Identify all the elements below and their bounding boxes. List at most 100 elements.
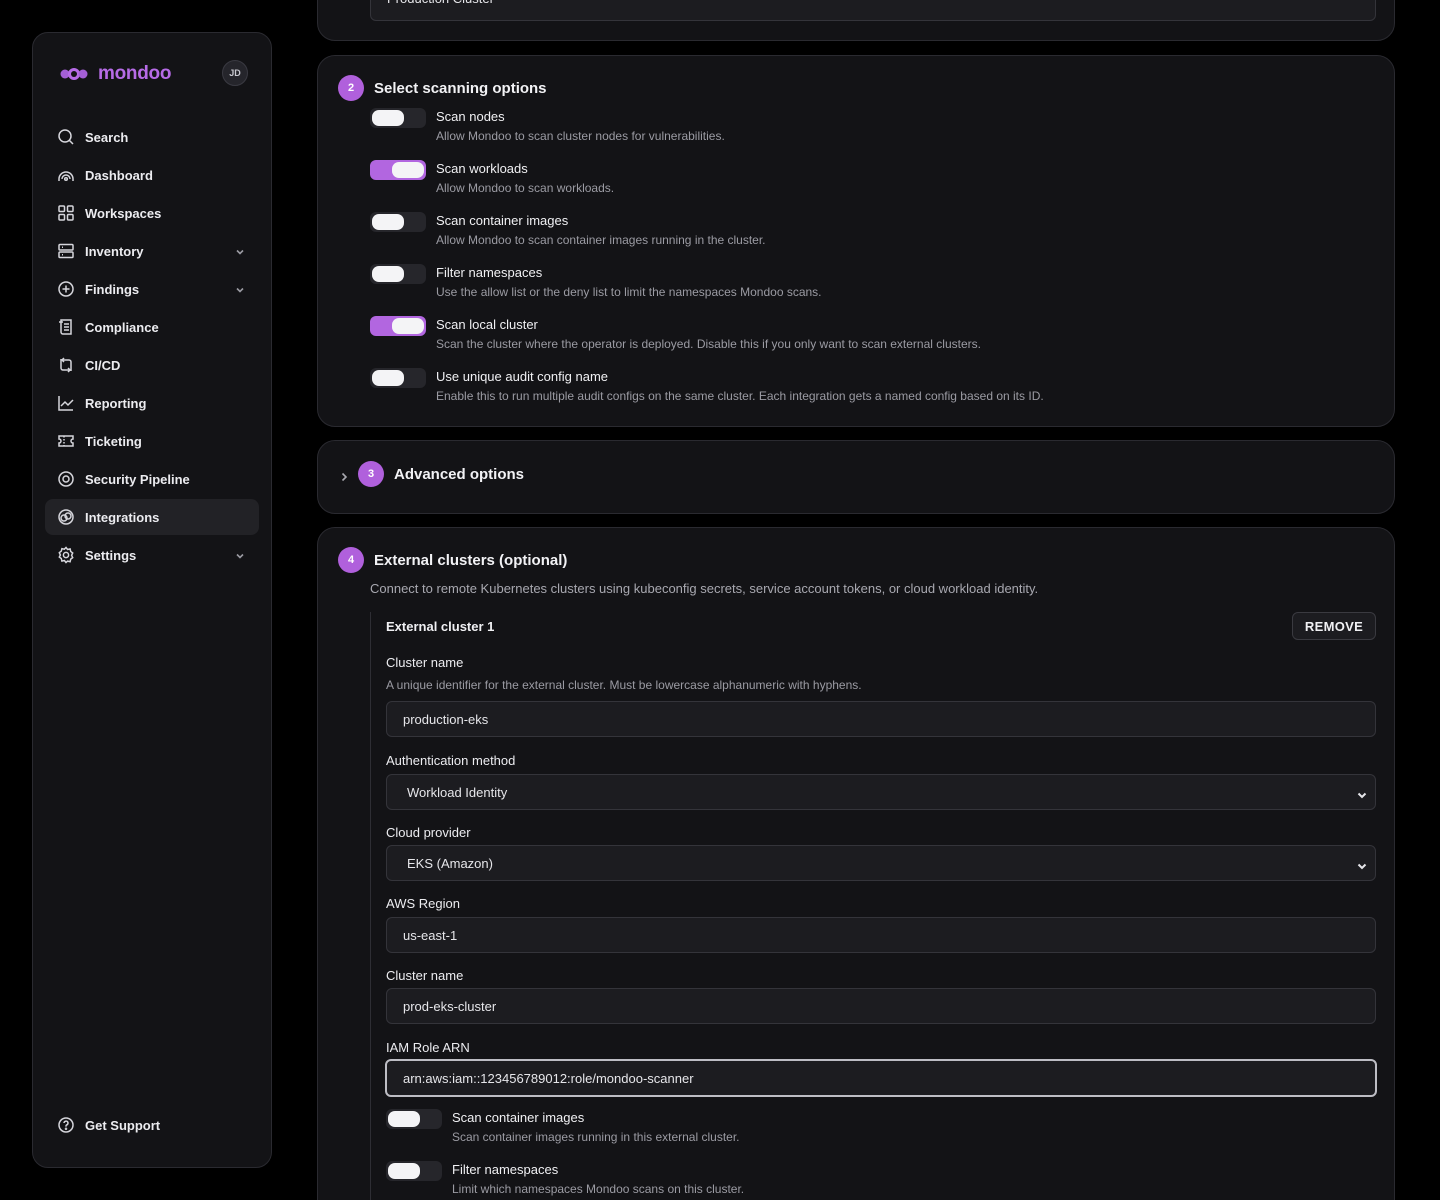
sidebar-item-settings[interactable]: Settings (45, 537, 259, 573)
cicd-icon (57, 356, 75, 374)
aws-region-input[interactable]: us-east-1 (386, 917, 1376, 953)
inventory-icon (57, 242, 75, 260)
findings-icon (57, 280, 75, 298)
get-support-label: Get Support (85, 1117, 161, 1133)
section-description: Connect to remote Kubernetes clusters us… (370, 581, 1039, 596)
option-title: Use unique audit config name (436, 369, 609, 384)
cluster-name-hint: A unique identifier for the external clu… (386, 678, 862, 692)
cloud-provider-label: Cloud provider (386, 825, 471, 840)
integrations-icon (57, 508, 75, 526)
option-title: Filter namespaces (452, 1162, 559, 1177)
scan-nodes-toggle[interactable] (370, 108, 426, 128)
avatar[interactable]: JD (222, 60, 248, 86)
sidebar-item-search[interactable]: Search (45, 119, 259, 155)
chevron-down-icon[interactable] (235, 283, 245, 293)
sidebar-item-reporting[interactable]: Reporting (45, 385, 259, 421)
sidebar: mondoo JD Search Dashboard Workspaces In… (32, 32, 272, 1168)
auth-method-select[interactable]: Workload Identity (386, 774, 1376, 810)
iam-role-arn-label: IAM Role ARN (386, 1040, 470, 1055)
option-description: Scan container images running in this ex… (452, 1130, 740, 1144)
sidebar-item-compliance[interactable]: Compliance (45, 309, 259, 345)
sidebar-item-label: Reporting (85, 395, 147, 411)
option-title: Scan workloads (436, 161, 528, 176)
cluster-name-input[interactable]: production-eks (386, 701, 1376, 737)
external-cluster-title: External cluster 1 (386, 619, 495, 634)
ext-filter-namespaces-toggle[interactable] (386, 1161, 442, 1181)
option-description: Allow Mondoo to scan workloads. (436, 181, 615, 195)
sidebar-item-label: Dashboard (85, 167, 153, 183)
sidebar-item-cicd[interactable]: CI/CD (45, 347, 259, 383)
option-title: Scan container images (452, 1110, 585, 1125)
option-description: Enable this to run multiple audit config… (436, 389, 1044, 403)
section-title: Advanced options (394, 465, 525, 483)
chevron-down-icon[interactable] (235, 549, 245, 559)
sidebar-nav: Search Dashboard Workspaces Inventory Fi… (45, 119, 259, 575)
eks-cluster-name-label: Cluster name (386, 968, 464, 983)
sidebar-item-label: Settings (85, 547, 137, 563)
sidebar-item-dashboard[interactable]: Dashboard (45, 157, 259, 193)
advanced-options-header[interactable]: 3 Advanced options (358, 461, 524, 487)
remove-cluster-button[interactable]: REMOVE (1292, 612, 1376, 640)
option-description: Use the allow list or the deny list to l… (436, 285, 822, 299)
chevron-down-icon (1357, 788, 1367, 799)
option-filter-namespaces: Filter namespaces Use the allow list or … (370, 264, 822, 301)
integration-name-card: Production Cluster (317, 0, 1395, 41)
option-description: Scan the cluster where the operator is d… (436, 337, 981, 351)
security-pipeline-icon (57, 470, 75, 488)
external-clusters-header: 4 External clusters (optional) (338, 547, 567, 573)
sidebar-item-workspaces[interactable]: Workspaces (45, 195, 259, 231)
dashboard-icon (57, 166, 75, 184)
chevron-right-icon[interactable] (338, 471, 350, 483)
sidebar-item-inventory[interactable]: Inventory (45, 233, 259, 269)
gear-icon (57, 546, 75, 564)
integration-name-input[interactable]: Production Cluster (370, 0, 1376, 21)
auth-method-label: Authentication method (386, 753, 516, 768)
mondoo-logo-icon (60, 66, 92, 82)
option-description: Limit which namespaces Mondoo scans on t… (452, 1182, 745, 1196)
section-title: External clusters (optional) (374, 551, 568, 569)
sidebar-item-integrations[interactable]: Integrations (45, 499, 259, 535)
sidebar-item-label: Findings (85, 281, 140, 297)
step-number-badge: 2 (338, 75, 364, 101)
step-number-badge: 4 (338, 547, 364, 573)
unique-audit-config-toggle[interactable] (370, 368, 426, 388)
scanning-options-header: 2 Select scanning options (338, 75, 547, 101)
option-description: Allow Mondoo to scan container images ru… (436, 233, 766, 247)
filter-namespaces-toggle[interactable] (370, 264, 426, 284)
option-unique-audit-config: Use unique audit config name Enable this… (370, 368, 1044, 405)
aws-region-label: AWS Region (386, 896, 460, 911)
option-title: Scan nodes (436, 109, 505, 124)
option-title: Filter namespaces (436, 265, 543, 280)
external-cluster-item: External cluster 1 REMOVE Cluster name A… (370, 612, 1377, 1200)
scan-workloads-toggle[interactable] (370, 160, 426, 180)
search-icon (57, 128, 75, 146)
ext-option-scan-container-images: Scan container images Scan container ima… (386, 1109, 740, 1146)
sidebar-item-findings[interactable]: Findings (45, 271, 259, 307)
option-scan-nodes: Scan nodes Allow Mondoo to scan cluster … (370, 108, 725, 145)
chevron-down-icon (1357, 859, 1367, 870)
step-number-badge: 3 (358, 461, 384, 487)
sidebar-item-label: Compliance (85, 319, 159, 335)
advanced-options-card[interactable]: 3 Advanced options (317, 440, 1395, 514)
cluster-name-label: Cluster name (386, 655, 464, 670)
cloud-provider-value: EKS (Amazon) (407, 855, 493, 871)
sidebar-item-label: CI/CD (85, 357, 121, 373)
compliance-icon (57, 318, 75, 336)
chevron-down-icon[interactable] (235, 245, 245, 255)
sidebar-item-label: Ticketing (85, 433, 142, 449)
sidebar-item-label: Integrations (85, 509, 160, 525)
ext-scan-container-images-toggle[interactable] (386, 1109, 442, 1129)
option-scan-local-cluster: Scan local cluster Scan the cluster wher… (370, 316, 981, 353)
brand-logo[interactable]: mondoo (60, 63, 171, 85)
get-support-link[interactable]: Get Support (45, 1107, 259, 1143)
sidebar-item-ticketing[interactable]: Ticketing (45, 423, 259, 459)
sidebar-item-label: Security Pipeline (85, 471, 190, 487)
option-scan-workloads: Scan workloads Allow Mondoo to scan work… (370, 160, 614, 197)
ticketing-icon (57, 432, 75, 450)
iam-role-arn-input[interactable]: arn:aws:iam::123456789012:role/mondoo-sc… (385, 1059, 1377, 1097)
sidebar-item-security-pipeline[interactable]: Security Pipeline (45, 461, 259, 497)
scan-container-images-toggle[interactable] (370, 212, 426, 232)
scan-local-cluster-toggle[interactable] (370, 316, 426, 336)
cloud-provider-select[interactable]: EKS (Amazon) (386, 845, 1376, 881)
eks-cluster-name-input[interactable]: prod-eks-cluster (386, 988, 1376, 1024)
